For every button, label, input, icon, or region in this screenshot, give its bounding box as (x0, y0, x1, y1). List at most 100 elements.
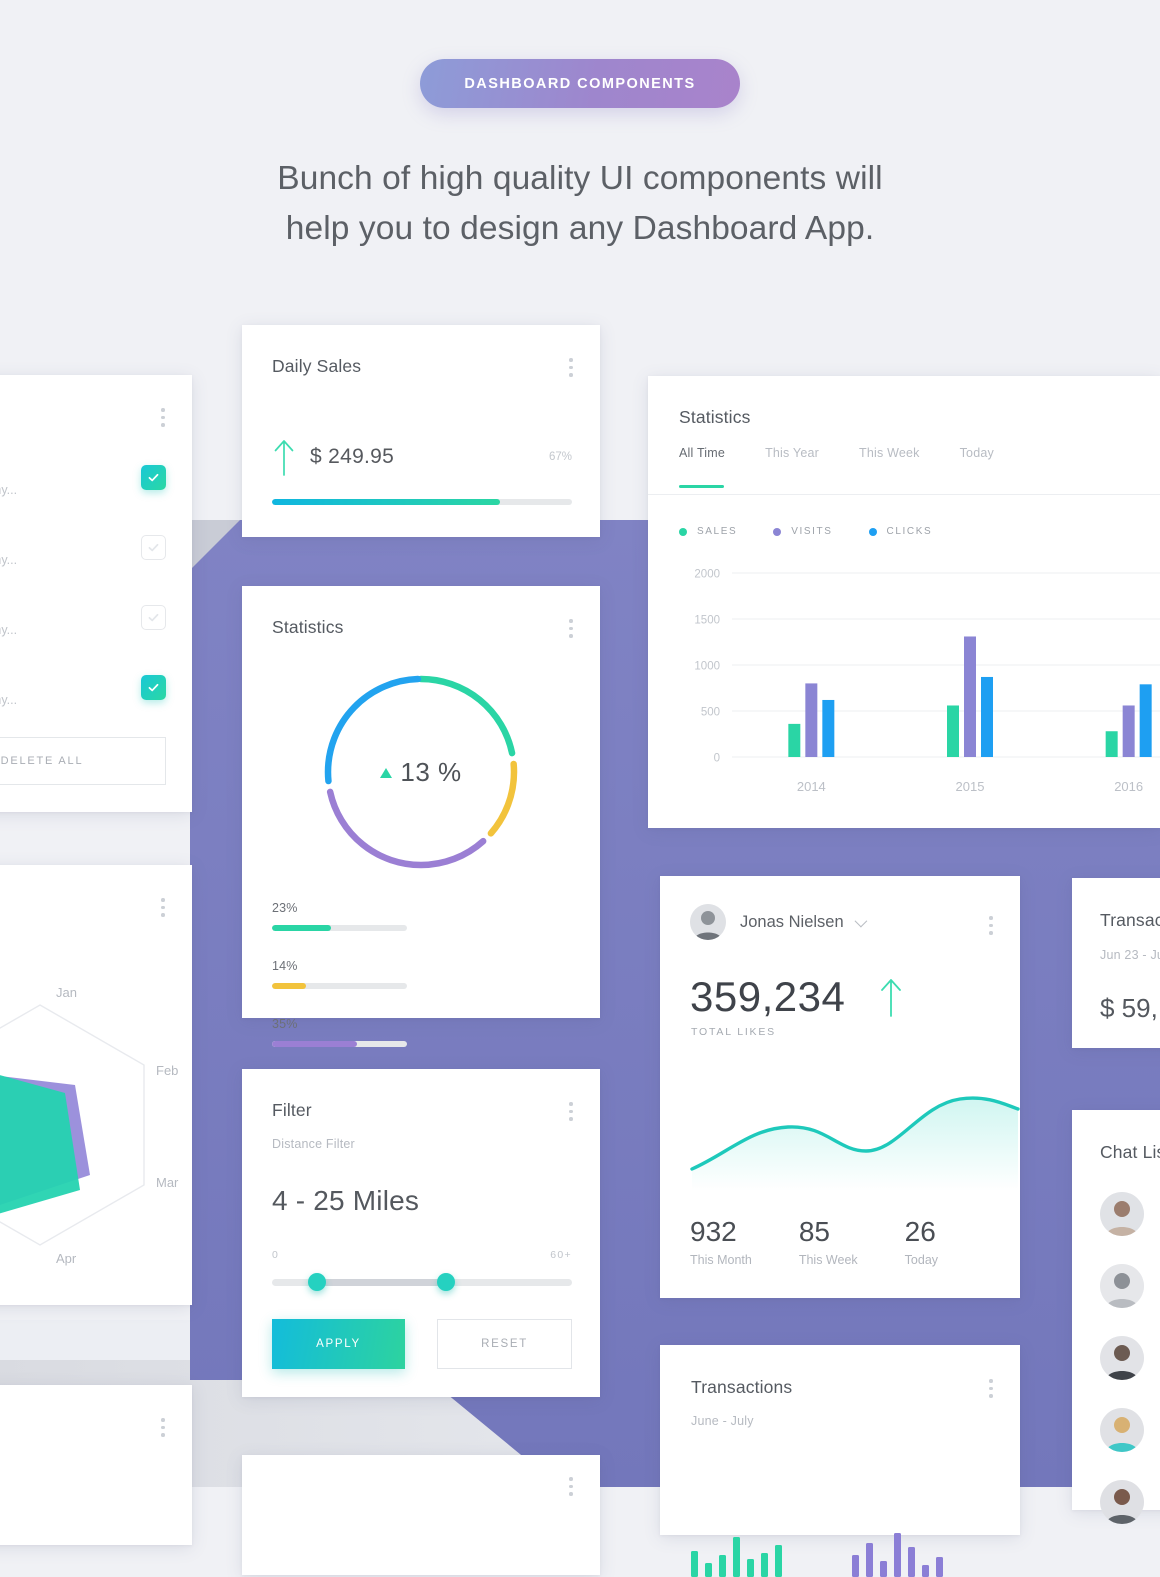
mini-stat-fill (272, 983, 306, 989)
daily-sales-amount: $ 249.95 (310, 445, 395, 468)
chevron-down-icon[interactable] (854, 914, 867, 927)
slider-knob-low[interactable] (308, 1273, 326, 1291)
daily-sales-card: Daily Sales $ 249.95 67% (242, 325, 600, 537)
avatar[interactable] (1100, 1192, 1144, 1236)
bar-sales-2016 (1105, 731, 1118, 757)
transaction-date-range: Jun 23 - Jul (1100, 948, 1160, 962)
mini-bar-1 (705, 1563, 712, 1577)
mini-bar-chart-violet (852, 1515, 943, 1577)
total-likes-label: TOTAL LIKES (691, 1026, 776, 1038)
radar-label-apr: Apr (56, 1251, 77, 1266)
avatar[interactable] (1100, 1336, 1144, 1380)
bar-visits-2016 (1122, 705, 1135, 757)
arrow-up-icon (274, 440, 294, 476)
legend-dot-visits (773, 527, 782, 536)
mini-stat: 23% (272, 901, 407, 931)
stat-today: 26 Today (905, 1216, 938, 1267)
reset-button[interactable]: RESET (437, 1319, 572, 1369)
list-item[interactable]: i s simply dummy... (0, 593, 166, 663)
radar-label-feb: Feb (156, 1063, 178, 1078)
kebab-menu-icon[interactable] (989, 916, 993, 935)
avatar (690, 904, 726, 940)
mini-bar-3 (894, 1533, 901, 1577)
mini-stat-label: 23% (272, 901, 298, 915)
kebab-menu-icon[interactable] (569, 358, 573, 377)
donut-chart: 13 % (318, 669, 524, 875)
kebab-menu-icon[interactable] (569, 619, 573, 638)
stat-label: Today (904, 1253, 939, 1267)
bar-sales-2014 (788, 723, 801, 757)
legend-dot-clicks (868, 527, 877, 536)
tab-today[interactable]: Today (960, 446, 994, 488)
radar-label-jan: Jan (56, 985, 77, 1000)
page-title: Bunch of high quality UI components will… (0, 154, 1160, 254)
daily-sales-progress-track (272, 499, 572, 505)
mini-bar-0 (691, 1551, 698, 1577)
mini-bar-1 (866, 1543, 873, 1577)
legend-label-clicks: CLICKS (886, 526, 933, 537)
tab-all-time[interactable]: All Time (679, 446, 725, 488)
checkbox-checked-icon[interactable] (141, 465, 166, 490)
radar-label-mar: Mar (156, 1175, 179, 1190)
card-title: Daily Sales (272, 356, 362, 376)
mini-bar-6 (775, 1545, 782, 1577)
x-axis-tick: 2014 (797, 779, 826, 794)
headline-line-1: Bunch of high quality UI components will (277, 160, 883, 197)
chat-list-card: Chat Lis (1072, 1110, 1160, 1524)
kebab-menu-icon[interactable] (569, 1102, 573, 1121)
apply-button[interactable]: APPLY (272, 1319, 405, 1369)
legend-item-visits: VISITS (773, 526, 832, 537)
avatar[interactable] (1100, 1408, 1144, 1452)
mini-stat: 14% (272, 959, 407, 989)
kebab-menu-icon[interactable] (989, 1379, 993, 1398)
kebab-menu-icon[interactable] (569, 1477, 573, 1496)
transaction-summary-card: Transac Jun 23 - Jul $ 59, (1072, 878, 1160, 1048)
list-item[interactable]: s simply dummy... (0, 453, 166, 523)
card-title: Statistics (272, 617, 344, 637)
user-header[interactable]: Jonas Nielsen (690, 904, 867, 940)
y-axis-tick: 500 (701, 707, 720, 719)
delete-all-button[interactable]: DELETE ALL (0, 737, 166, 785)
distance-range-slider[interactable] (272, 1273, 572, 1291)
card-title: Transactions (691, 1377, 793, 1397)
filter-subtitle: Distance Filter (272, 1137, 355, 1151)
kebab-menu-icon[interactable] (161, 898, 165, 917)
tab-this-year[interactable]: This Year (765, 446, 819, 488)
tab-this-week[interactable]: This Week (859, 446, 920, 488)
bar-visits-2014 (805, 683, 818, 757)
stat-value: 26 (904, 1216, 936, 1247)
stat-value: 85 (798, 1216, 830, 1247)
avatar[interactable] (1100, 1264, 1144, 1308)
x-axis-tick: 2016 (1114, 779, 1143, 794)
slider-knob-high[interactable] (437, 1273, 455, 1291)
slider-max-label: 60+ (550, 1249, 572, 1261)
legend-label-visits: VISITS (791, 526, 833, 537)
headline-line-2: help you to design any Dashboard App. (285, 210, 875, 247)
kebab-menu-icon[interactable] (161, 1418, 165, 1437)
mini-bar-5 (761, 1553, 768, 1577)
checkbox-checked-icon[interactable] (141, 675, 166, 700)
mini-stat-track (272, 983, 407, 989)
transactions-subtitle: June - July (691, 1414, 754, 1428)
card-title: Transac (1100, 910, 1160, 930)
user-name: Jonas Nielsen (740, 912, 844, 931)
checkbox-unchecked-icon[interactable] (141, 605, 166, 630)
list-item[interactable]: s simply dummy... (0, 523, 166, 593)
y-axis-tick: 0 (714, 753, 720, 765)
checklist-card: s simply dummy... s simply dummy... i s … (0, 375, 192, 812)
stat-label: This Month (690, 1253, 752, 1267)
donut-center-value: 13 % (400, 756, 462, 787)
mini-bar-2 (880, 1561, 887, 1577)
mini-bar-6 (936, 1557, 943, 1577)
daily-sales-progress-fill (272, 499, 500, 505)
bar-chart: 0 500 1000 1500 2000 2014 2015 2016 (694, 569, 1160, 794)
checkbox-unchecked-icon[interactable] (141, 535, 166, 560)
stat-label: This Week (798, 1253, 858, 1267)
list-item[interactable]: n s simply dummy... (0, 663, 166, 733)
card-title: Statistics (679, 407, 751, 427)
mini-bar-5 (922, 1565, 929, 1577)
mini-stat-track (272, 925, 407, 931)
filter-value: 4 - 25 Miles (272, 1185, 420, 1216)
mini-bar-0 (852, 1555, 859, 1577)
kebab-menu-icon[interactable] (161, 408, 165, 427)
